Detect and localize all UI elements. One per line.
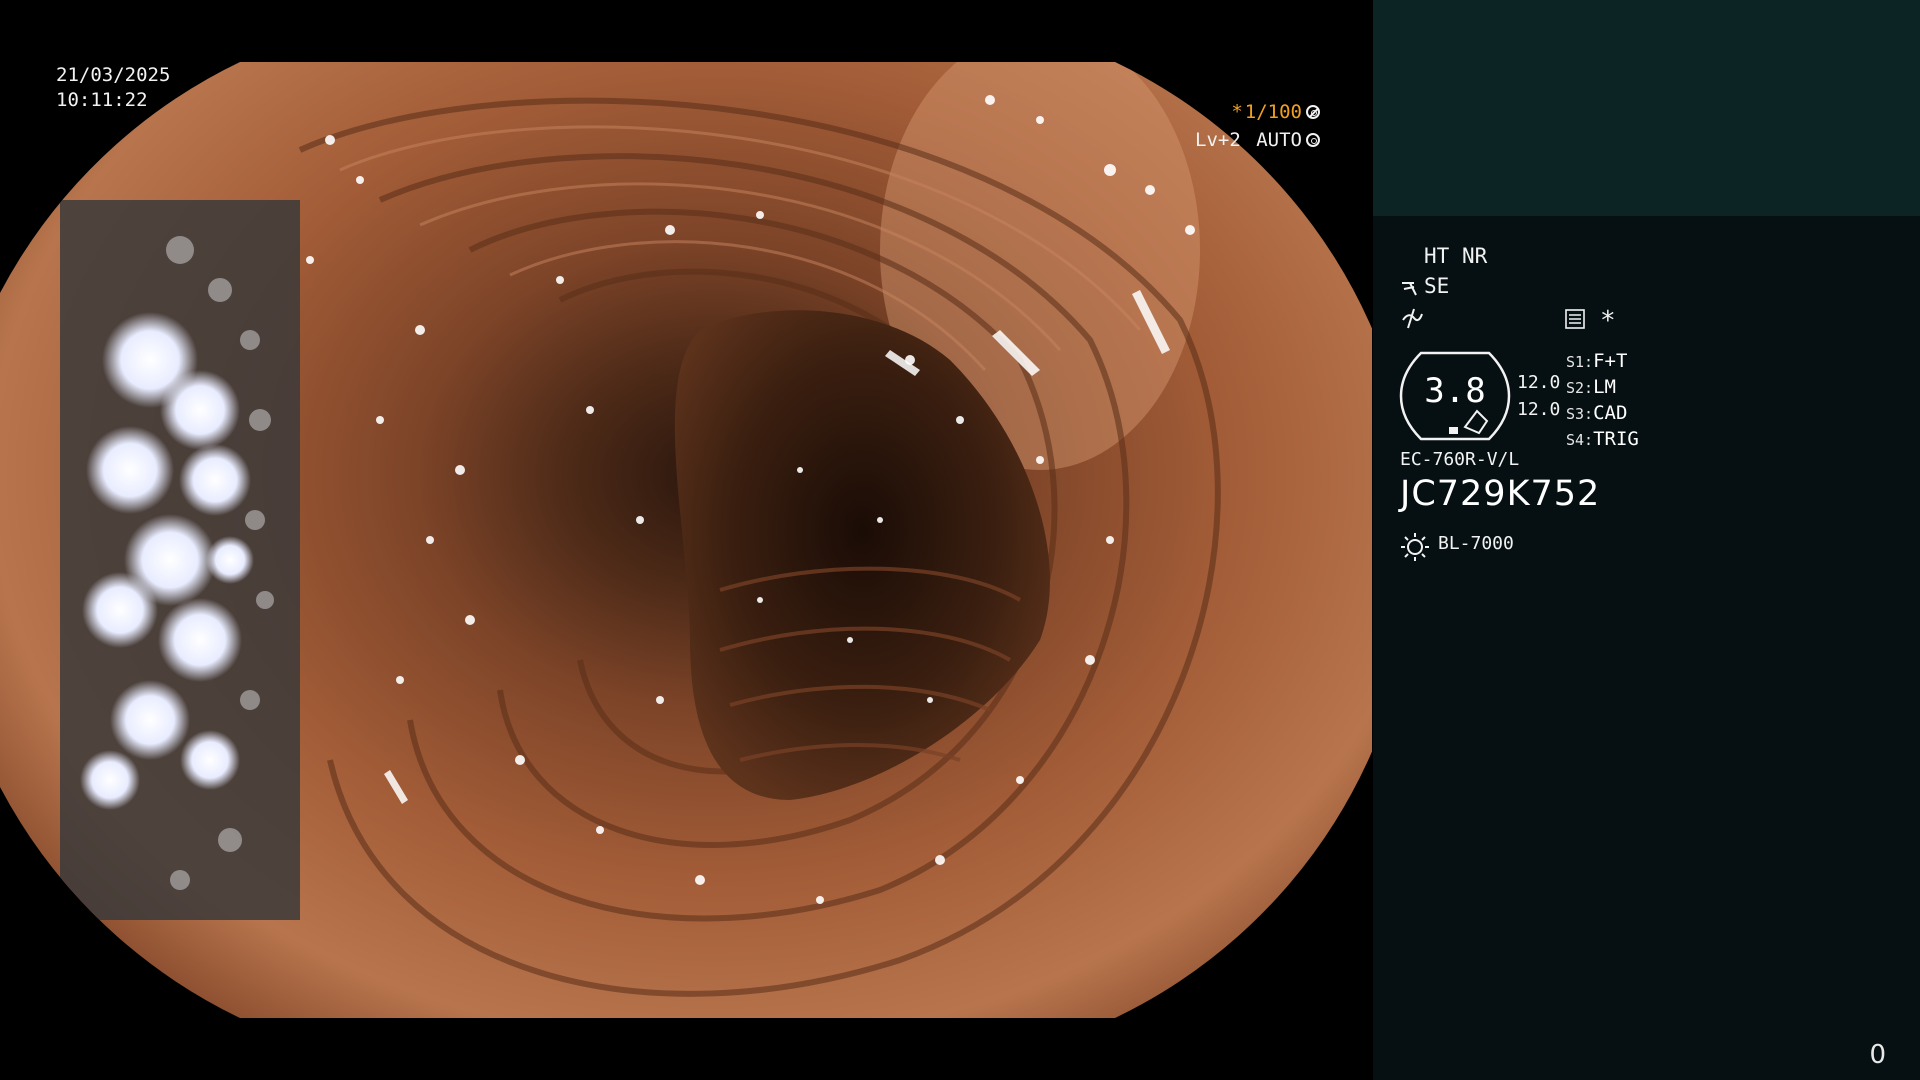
iris-mode: AUTO xyxy=(1256,129,1302,151)
enhance-row: Lv+2 AUTO xyxy=(1195,126,1320,154)
switch-row: S4:TRIG xyxy=(1566,428,1639,450)
keyboard-icon xyxy=(1565,309,1585,329)
date-text: 21/03/2025 xyxy=(56,64,171,86)
panel-header-area xyxy=(1373,0,1920,216)
shutter-prefix: * xyxy=(1231,101,1243,123)
scope-serial: JC729K752 xyxy=(1400,474,1601,514)
shutter-row: * 1/100 xyxy=(1195,98,1320,126)
endoscope-view: 21/03/2025 10:11:22 * 1/100 Lv+2 AUTO xyxy=(0,0,1372,1080)
se-indicator: SE xyxy=(1424,274,1450,298)
shutter-icon xyxy=(1306,105,1320,119)
readout-1: 12.0 xyxy=(1517,372,1561,393)
shutter-value: 1/100 xyxy=(1244,101,1302,123)
switch-row: S1:F+T xyxy=(1566,350,1628,372)
camera-settings-overlay: * 1/100 Lv+2 AUTO xyxy=(1195,98,1320,154)
endoscopic-image xyxy=(0,62,1372,1018)
time-text: 10:11:22 xyxy=(56,89,148,111)
scope-model: EC-760R-V/L xyxy=(1400,449,1520,470)
gauge-value: 3.8 xyxy=(1424,371,1486,411)
mode-ht: HT xyxy=(1424,244,1450,268)
no-signal-icon xyxy=(1402,308,1423,329)
switch-row: S3:CAD xyxy=(1566,402,1628,424)
scope-tip-icon xyxy=(1402,282,1417,296)
light-source-model: BL-7000 xyxy=(1438,533,1514,554)
datetime-overlay: 21/03/2025 10:11:22 xyxy=(56,63,170,113)
light-source-icon xyxy=(1401,533,1429,561)
enhance-level: Lv+2 xyxy=(1195,129,1241,151)
iris-icon xyxy=(1306,133,1320,147)
switch-assignments: S1:F+T S2:LM S3:CAD S4:TRIG xyxy=(1566,349,1639,453)
readout-2: 12.0 xyxy=(1517,399,1561,420)
mode-nr: NR xyxy=(1462,244,1488,268)
frame-counter: 0 xyxy=(1869,1040,1886,1070)
asterisk-mark: * xyxy=(1600,306,1616,336)
switch-row: S2:LM xyxy=(1566,376,1616,398)
